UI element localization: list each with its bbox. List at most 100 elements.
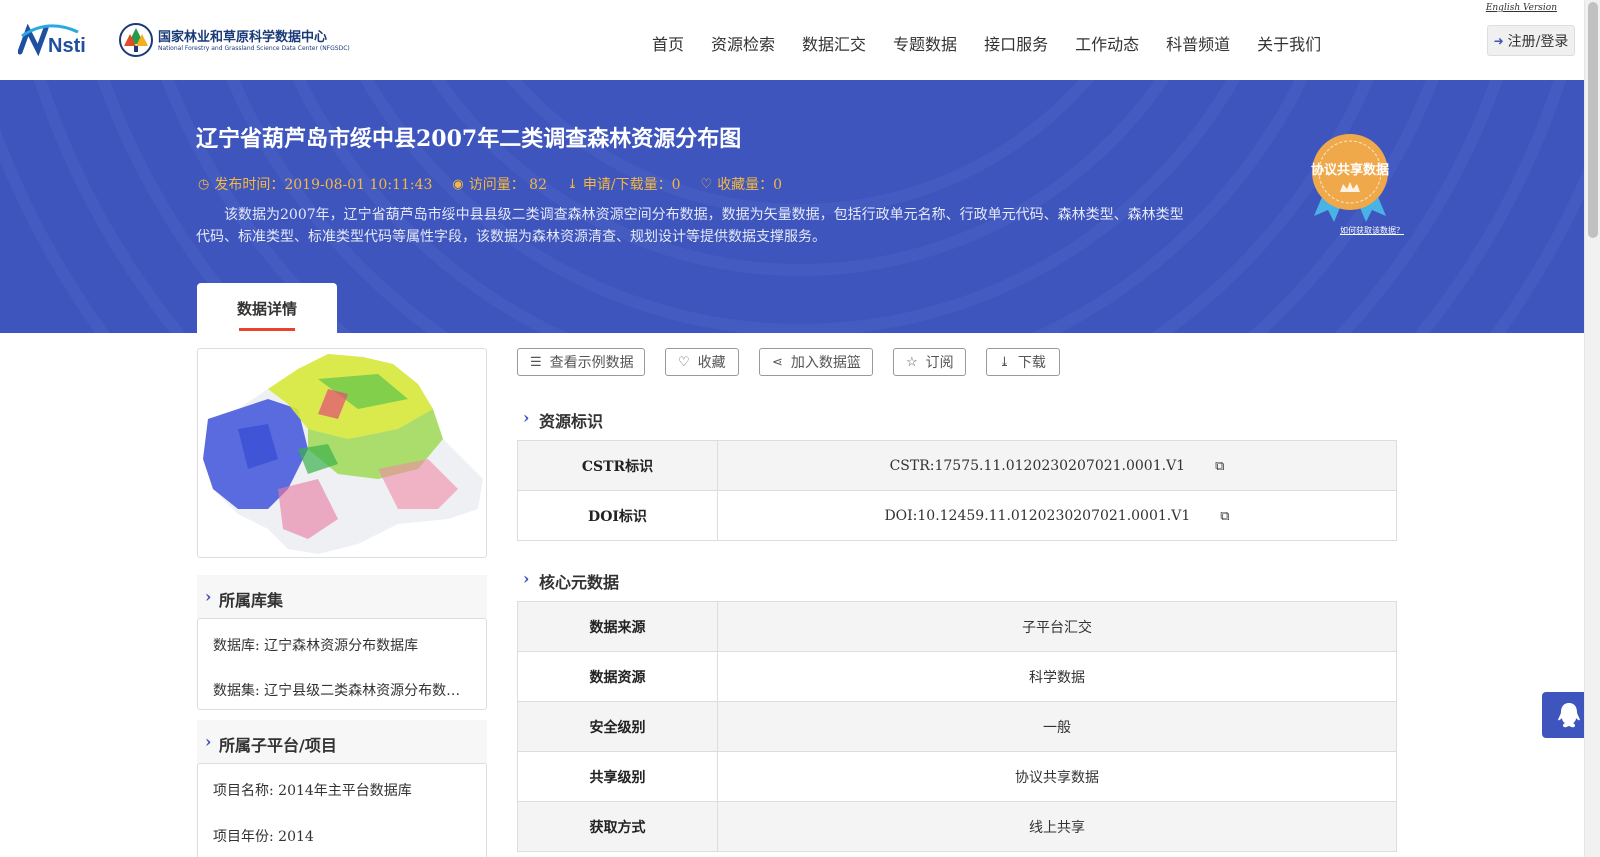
subscribe-button[interactable]: ☆ 订阅 — [893, 348, 966, 376]
table-row: 数据来源 子平台汇交 — [517, 601, 1397, 652]
chevron-right-icon: › — [523, 569, 530, 588]
nav-api-service[interactable]: 接口服务 — [984, 31, 1048, 55]
favorite-label: 收藏 — [697, 355, 726, 371]
section-core-metadata: › 核心元数据 — [523, 569, 619, 593]
nfgsdc-seal-icon — [119, 23, 153, 57]
nav-science-channel[interactable]: 科普频道 — [1166, 31, 1230, 55]
cstr-key: CSTR标识 — [517, 440, 718, 491]
meta-key: 获取方式 — [517, 801, 718, 852]
nav-thematic-data[interactable]: 专题数据 — [893, 31, 957, 55]
english-version-link[interactable]: English Version — [1486, 3, 1557, 13]
dataset-thumbnail[interactable] — [197, 348, 487, 558]
section-platform: › 所属子平台/项目 — [197, 720, 487, 764]
section-resource-id-title: 资源标识 — [539, 412, 604, 431]
download-icon: ⤓ — [999, 354, 1010, 370]
dataset-description: 该数据为2007年，辽宁省葫芦岛市绥中县县级二类调查森林资源空间分布数据，数据为… — [196, 207, 1184, 245]
view-sample-label: 查看示例数据 — [549, 355, 634, 371]
nsti-logo-text: Nsti — [48, 35, 86, 56]
publish-time: ◷ 发布时间：2019-08-01 10:11:43 — [198, 174, 432, 194]
table-row: 共享级别 协议共享数据 — [517, 751, 1397, 802]
nav-news[interactable]: 工作动态 — [1075, 31, 1139, 55]
sign-in-icon: ➜ — [1493, 33, 1504, 48]
meta-value: 科学数据 — [717, 651, 1397, 702]
eye-icon: ◉ — [452, 176, 464, 192]
subscribe-label: 订阅 — [925, 355, 954, 371]
doi-value: DOI:10.12459.11.0120230207021.0001.V1 — [884, 507, 1191, 524]
section-resource-id: › 资源标识 — [523, 408, 603, 432]
visit-count-text: 访问量： 82 — [468, 177, 547, 193]
view-sample-button[interactable]: ☰ 查看示例数据 — [517, 348, 645, 376]
dataset-meta: ◷ 发布时间：2019-08-01 10:11:43 ◉ 访问量： 82 ⤓ 申请/下… — [198, 174, 782, 194]
download-icon: ⤓ — [567, 176, 578, 192]
section-platform-title: 所属子平台/项目 — [219, 736, 337, 755]
add-to-basket-label: 加入数据篮 — [790, 355, 861, 371]
download-count-text: 申请/下载量：0 — [582, 177, 681, 193]
resource-id-table: CSTR标识 CSTR:17575.11.0120230207021.0001.… — [517, 440, 1397, 541]
publish-time-text: 发布时间：2019-08-01 10:11:43 — [214, 177, 433, 193]
clock-icon: ◷ — [198, 176, 210, 192]
cstr-cell: CSTR:17575.11.0120230207021.0001.V1 ⧉ — [717, 440, 1397, 491]
nav-about-us[interactable]: 关于我们 — [1257, 31, 1321, 55]
heart-icon: ♡ — [678, 354, 690, 370]
nsti-logo[interactable]: Nsti — [18, 22, 98, 56]
heart-icon: ♡ — [700, 176, 713, 192]
favorite-count: ♡ 收藏量：0 — [701, 174, 783, 194]
scrollbar-thumb[interactable] — [1588, 2, 1598, 238]
meta-value: 子平台汇交 — [717, 601, 1397, 652]
forest-map-image — [203, 354, 483, 554]
visit-count: ◉ 访问量： 82 — [452, 174, 547, 194]
top-header: Nsti 国家林业和草原科学数据中心 National Forestry and… — [0, 0, 1584, 80]
dataset-collection-link[interactable]: 数据集: 辽宁县级二类森林资源分布数… — [213, 680, 473, 700]
page: Nsti 国家林业和草原科学数据中心 National Forestry and… — [0, 0, 1600, 857]
how-to-get-data-link[interactable]: 如何获取该数据？ — [1340, 225, 1404, 236]
nav-data-submission[interactable]: 数据汇交 — [802, 31, 866, 55]
nav-home[interactable]: 首页 — [652, 31, 684, 55]
meta-key: 数据来源 — [517, 601, 718, 652]
chevron-right-icon: › — [205, 587, 212, 606]
badge-text: 协议共享数据 — [1311, 162, 1389, 178]
section-core-metadata-title: 核心元数据 — [539, 573, 620, 592]
page-scrollbar[interactable] — [1584, 0, 1600, 857]
login-button[interactable]: ➜ 注册/登录 — [1487, 25, 1575, 56]
add-to-basket-button[interactable]: ⋖ 加入数据篮 — [759, 348, 873, 376]
table-row: 安全级别 一般 — [517, 701, 1397, 752]
qq-penguin-icon — [1557, 703, 1580, 728]
copy-icon[interactable]: ⧉ — [1215, 459, 1224, 474]
section-library: › 所属库集 — [197, 575, 487, 619]
favorite-count-text: 收藏量：0 — [717, 177, 783, 193]
project-name: 项目名称: 2014年主平台数据库 — [213, 783, 412, 799]
meta-value: 一般 — [717, 701, 1397, 752]
database-link[interactable]: 数据库: 辽宁森林资源分布数据库 — [213, 635, 473, 655]
logo-english-name: National Forestry and Grassland Science … — [158, 45, 350, 52]
doi-cell: DOI:10.12459.11.0120230207021.0001.V1 ⧉ — [717, 490, 1397, 541]
nav-resource-search[interactable]: 资源检索 — [711, 31, 775, 55]
table-row: 获取方式 线上共享 — [517, 801, 1397, 852]
tab-active-underline — [239, 328, 295, 331]
core-metadata-table: 数据来源 子平台汇交 数据资源 科学数据 安全级别 一般 共享级别 协议共享数据… — [517, 601, 1397, 852]
logo-chinese-name: 国家林业和草原科学数据中心 — [158, 30, 328, 45]
table-row: 数据资源 科学数据 — [517, 651, 1397, 702]
table-row: DOI标识 DOI:10.12459.11.0120230207021.0001… — [517, 490, 1397, 541]
table-row: CSTR标识 CSTR:17575.11.0120230207021.0001.… — [517, 440, 1397, 491]
dataset-banner: 辽宁省葫芦岛市绥中县2007年二类调查森林资源分布图 ◷ 发布时间：2019-08… — [0, 80, 1584, 333]
tab-data-details-label: 数据详情 — [236, 300, 297, 318]
action-bar: ☰ 查看示例数据 ♡ 收藏 ⋖ 加入数据篮 ☆ 订阅 ⤓ 下载 — [517, 348, 1060, 376]
meta-value: 线上共享 — [717, 801, 1397, 852]
download-button[interactable]: ⤓ 下载 — [986, 348, 1060, 376]
chevron-right-icon: › — [205, 732, 212, 751]
platform-box: 项目名称: 2014年主平台数据库 项目年份: 2014 — [197, 763, 487, 857]
dataset-title: 辽宁省葫芦岛市绥中县2007年二类调查森林资源分布图 — [196, 126, 742, 152]
cstr-value: CSTR:17575.11.0120230207021.0001.V1 — [889, 457, 1186, 474]
download-label: 下载 — [1017, 355, 1046, 371]
tab-data-details[interactable]: 数据详情 — [197, 283, 337, 333]
share-icon: ⋖ — [772, 354, 783, 370]
main-nav: 首页 资源检索 数据汇交 专题数据 接口服务 工作动态 科普频道 关于我们 — [652, 31, 1348, 55]
shared-data-badge-icon: 协议共享数据 — [1311, 134, 1389, 222]
meta-key: 数据资源 — [517, 651, 718, 702]
project-year: 项目年份: 2014 — [213, 829, 314, 845]
nfgsdc-logo[interactable]: 国家林业和草原科学数据中心 National Forestry and Gras… — [118, 20, 350, 62]
favorite-button[interactable]: ♡ 收藏 — [665, 348, 739, 376]
copy-icon[interactable]: ⧉ — [1220, 509, 1229, 524]
meta-key: 安全级别 — [517, 701, 718, 752]
meta-value: 协议共享数据 — [717, 751, 1397, 802]
